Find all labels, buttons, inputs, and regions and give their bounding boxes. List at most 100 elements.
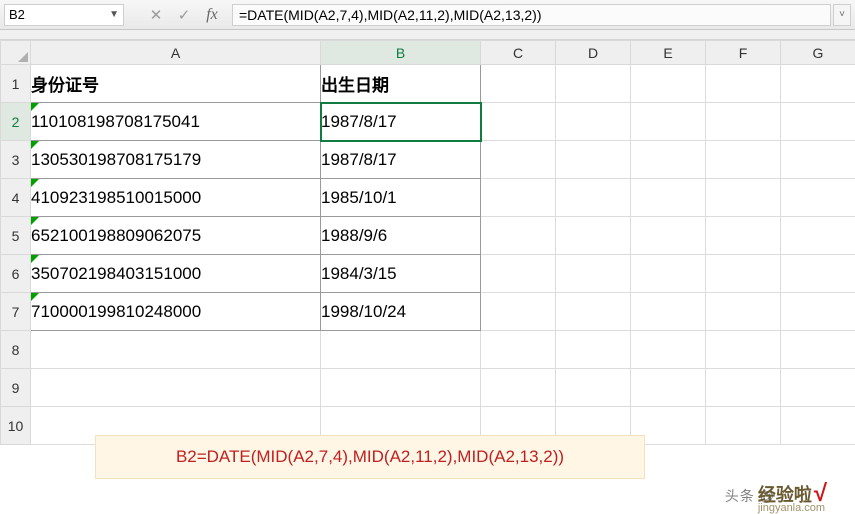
table-row: 2 110108198708175041 1987/8/17 <box>1 103 855 141</box>
cell-C1[interactable] <box>481 65 556 103</box>
cell-A2[interactable]: 110108198708175041 <box>31 103 321 141</box>
cell-A8[interactable] <box>31 331 321 369</box>
cancel-icon[interactable]: ✕ <box>142 6 170 24</box>
cell-A7[interactable]: 710000199810248000 <box>31 293 321 331</box>
cell-F1[interactable] <box>706 65 781 103</box>
cell-B4[interactable]: 1985/10/1 <box>321 179 481 217</box>
cell-D4[interactable] <box>556 179 631 217</box>
row-header-6[interactable]: 6 <box>1 255 31 293</box>
cell-E7[interactable] <box>631 293 706 331</box>
cell-C6[interactable] <box>481 255 556 293</box>
cell-B6[interactable]: 1984/3/15 <box>321 255 481 293</box>
cell-G3[interactable] <box>781 141 855 179</box>
cell-F9[interactable] <box>706 369 781 407</box>
cell-E5[interactable] <box>631 217 706 255</box>
col-header-A[interactable]: A <box>31 41 321 65</box>
row-header-7[interactable]: 7 <box>1 293 31 331</box>
cell-C7[interactable] <box>481 293 556 331</box>
col-header-G[interactable]: G <box>781 41 855 65</box>
cell-F10[interactable] <box>706 407 781 445</box>
row-header-3[interactable]: 3 <box>1 141 31 179</box>
row-header-9[interactable]: 9 <box>1 369 31 407</box>
cell-G8[interactable] <box>781 331 855 369</box>
cell-B5[interactable]: 1988/9/6 <box>321 217 481 255</box>
cell-G2[interactable] <box>781 103 855 141</box>
cell-F7[interactable] <box>706 293 781 331</box>
cell-B9[interactable] <box>321 369 481 407</box>
cell-D9[interactable] <box>556 369 631 407</box>
cell-D2[interactable] <box>556 103 631 141</box>
expand-formula-bar-button[interactable]: ˅ <box>833 4 851 26</box>
col-header-D[interactable]: D <box>556 41 631 65</box>
cell-G9[interactable] <box>781 369 855 407</box>
cell-G7[interactable] <box>781 293 855 331</box>
cell-G5[interactable] <box>781 217 855 255</box>
row-header-8[interactable]: 8 <box>1 331 31 369</box>
cell-D6[interactable] <box>556 255 631 293</box>
spreadsheet-grid[interactable]: A B C D E F G 1 身份证号 出生日期 2 110108198708… <box>0 40 855 445</box>
col-header-C[interactable]: C <box>481 41 556 65</box>
cell-C5[interactable] <box>481 217 556 255</box>
cell-E3[interactable] <box>631 141 706 179</box>
name-box-dropdown-icon[interactable]: ▼ <box>109 9 119 20</box>
cell-A4[interactable]: 410923198510015000 <box>31 179 321 217</box>
row-header-4[interactable]: 4 <box>1 179 31 217</box>
cell-G6[interactable] <box>781 255 855 293</box>
cell-B7[interactable]: 1998/10/24 <box>321 293 481 331</box>
name-box[interactable]: B2 ▼ <box>4 4 124 26</box>
table-row: 1 身份证号 出生日期 <box>1 65 855 103</box>
cell-G10[interactable] <box>781 407 855 445</box>
cell-G4[interactable] <box>781 179 855 217</box>
row-header-1[interactable]: 1 <box>1 65 31 103</box>
cell-D5[interactable] <box>556 217 631 255</box>
cell-A6[interactable]: 350702198403151000 <box>31 255 321 293</box>
table-row: 4 410923198510015000 1985/10/1 <box>1 179 855 217</box>
column-header-row: A B C D E F G <box>1 41 855 65</box>
cell-D7[interactable] <box>556 293 631 331</box>
annotation-box: B2=DATE(MID(A2,7,4),MID(A2,11,2),MID(A2,… <box>95 435 645 479</box>
cell-B1[interactable]: 出生日期 <box>321 65 481 103</box>
cell-F3[interactable] <box>706 141 781 179</box>
row-header-5[interactable]: 5 <box>1 217 31 255</box>
row-header-10[interactable]: 10 <box>1 407 31 445</box>
col-header-E[interactable]: E <box>631 41 706 65</box>
select-all-corner[interactable] <box>1 41 31 65</box>
cell-F4[interactable] <box>706 179 781 217</box>
cell-C8[interactable] <box>481 331 556 369</box>
table-row: 6 350702198403151000 1984/3/15 <box>1 255 855 293</box>
cell-B2[interactable]: 1987/8/17 <box>321 103 481 141</box>
cell-D3[interactable] <box>556 141 631 179</box>
name-box-value: B2 <box>9 7 25 22</box>
fx-icon[interactable]: fx <box>198 6 226 24</box>
col-header-B[interactable]: B <box>321 41 481 65</box>
cell-F2[interactable] <box>706 103 781 141</box>
cell-E1[interactable] <box>631 65 706 103</box>
accept-icon[interactable]: ✓ <box>170 6 198 24</box>
cell-F6[interactable] <box>706 255 781 293</box>
cell-C3[interactable] <box>481 141 556 179</box>
cell-B3[interactable]: 1987/8/17 <box>321 141 481 179</box>
cell-F8[interactable] <box>706 331 781 369</box>
cell-E6[interactable] <box>631 255 706 293</box>
cell-A3[interactable]: 130530198708175179 <box>31 141 321 179</box>
cell-G1[interactable] <box>781 65 855 103</box>
row-header-2[interactable]: 2 <box>1 103 31 141</box>
cell-A1[interactable]: 身份证号 <box>31 65 321 103</box>
cell-A9[interactable] <box>31 369 321 407</box>
cell-C9[interactable] <box>481 369 556 407</box>
cell-E2[interactable] <box>631 103 706 141</box>
cell-B8[interactable] <box>321 331 481 369</box>
cell-D8[interactable] <box>556 331 631 369</box>
cell-F5[interactable] <box>706 217 781 255</box>
cell-D1[interactable] <box>556 65 631 103</box>
formula-input[interactable]: =DATE(MID(A2,7,4),MID(A2,11,2),MID(A2,13… <box>232 4 831 26</box>
cell-E4[interactable] <box>631 179 706 217</box>
cell-C4[interactable] <box>481 179 556 217</box>
col-header-F[interactable]: F <box>706 41 781 65</box>
cell-C2[interactable] <box>481 103 556 141</box>
cell-A5[interactable]: 652100198809062075 <box>31 217 321 255</box>
table-row: 7 710000199810248000 1998/10/24 <box>1 293 855 331</box>
cell-E8[interactable] <box>631 331 706 369</box>
cell-E9[interactable] <box>631 369 706 407</box>
annotation-text: B2=DATE(MID(A2,7,4),MID(A2,11,2),MID(A2,… <box>176 447 564 467</box>
